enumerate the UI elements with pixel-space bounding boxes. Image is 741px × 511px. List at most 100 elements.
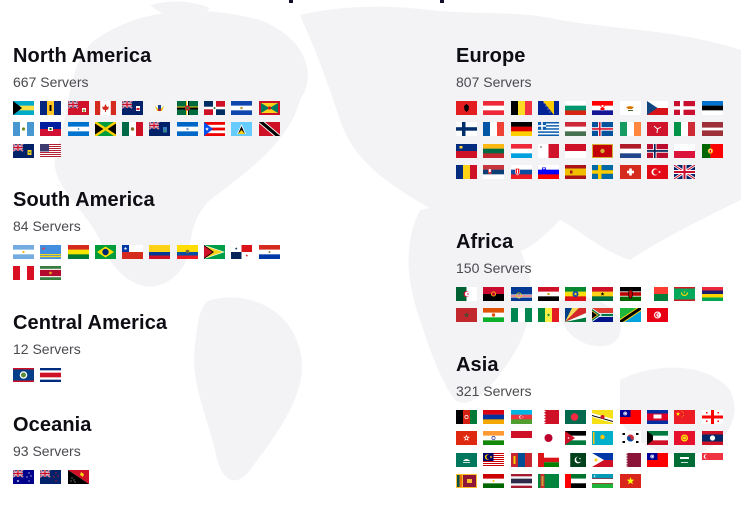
flag-cv-icon[interactable] xyxy=(510,287,532,301)
flag-ni-icon[interactable] xyxy=(176,122,198,137)
flag-tj-icon[interactable] xyxy=(483,473,505,488)
flag-ae-icon[interactable] xyxy=(565,473,587,488)
flag-ph-icon[interactable] xyxy=(592,452,614,467)
flag-fi-icon[interactable] xyxy=(456,122,477,137)
flag-dk-icon[interactable] xyxy=(674,101,696,115)
flag-li-icon[interactable] xyxy=(456,143,477,158)
flag-bm-icon[interactable] xyxy=(67,101,89,115)
flag-do-icon[interactable] xyxy=(204,101,226,115)
flag-pl-icon[interactable] xyxy=(674,143,696,158)
flag-tr-icon[interactable] xyxy=(647,164,669,179)
flag-co-icon[interactable] xyxy=(149,245,171,259)
flag-pg-icon[interactable] xyxy=(67,470,89,484)
flag-tt-icon[interactable] xyxy=(258,122,280,137)
flag-ie-icon[interactable] xyxy=(619,122,641,137)
flag-tc-icon[interactable] xyxy=(13,143,34,158)
flag-tw-icon[interactable] xyxy=(647,452,669,467)
flag-sn-icon[interactable] xyxy=(537,308,559,323)
flag-dz-icon[interactable] xyxy=(456,287,477,301)
flag-at-icon[interactable] xyxy=(483,101,505,115)
flag-tw-icon[interactable] xyxy=(619,410,641,424)
flag-bs-icon[interactable] xyxy=(13,101,34,115)
flag-mo-icon[interactable] xyxy=(456,452,477,467)
flag-dm-icon[interactable] xyxy=(176,101,198,115)
flag-hr-icon[interactable] xyxy=(592,101,614,115)
flag-br-icon[interactable] xyxy=(94,245,116,259)
flag-vi-icon[interactable] xyxy=(149,101,171,115)
flag-im-icon[interactable] xyxy=(647,122,669,137)
flag-gt-icon[interactable] xyxy=(13,122,34,137)
flag-sa-icon[interactable] xyxy=(674,452,696,467)
flag-ke-icon[interactable] xyxy=(619,287,641,301)
flag-cl-icon[interactable] xyxy=(122,245,144,259)
flag-gh-icon[interactable] xyxy=(592,287,614,301)
flag-ca-icon[interactable] xyxy=(94,101,116,115)
flag-ne-icon[interactable] xyxy=(483,308,505,323)
flag-gb-icon[interactable] xyxy=(674,164,696,179)
flag-kr-icon[interactable] xyxy=(619,431,641,446)
flag-ch-icon[interactable] xyxy=(619,164,641,179)
flag-lv-icon[interactable] xyxy=(701,122,723,137)
flag-fr-icon[interactable] xyxy=(483,122,505,137)
flag-nl-icon[interactable] xyxy=(619,143,641,158)
flag-me-icon[interactable] xyxy=(592,143,614,158)
flag-us-icon[interactable] xyxy=(40,143,62,158)
flag-se-icon[interactable] xyxy=(592,164,614,179)
flag-bb-icon[interactable] xyxy=(40,101,62,115)
flag-sg-icon[interactable] xyxy=(701,452,723,467)
flag-bg-icon[interactable] xyxy=(565,101,587,115)
flag-nz-icon[interactable] xyxy=(40,470,62,484)
flag-in-icon[interactable] xyxy=(483,431,505,446)
flag-pr-icon[interactable] xyxy=(204,122,226,137)
flag-la-icon[interactable] xyxy=(701,431,723,446)
flag-cr-icon[interactable] xyxy=(40,368,62,382)
flag-ht-icon[interactable] xyxy=(40,122,62,137)
flag-am-icon[interactable] xyxy=(483,410,505,424)
flag-es-icon[interactable] xyxy=(565,164,587,179)
flag-ro-icon[interactable] xyxy=(456,164,477,179)
flag-lt-icon[interactable] xyxy=(483,143,505,158)
flag-et-icon[interactable] xyxy=(565,287,587,301)
flag-gy-icon[interactable] xyxy=(204,245,226,259)
flag-uz-icon[interactable] xyxy=(592,473,614,488)
flag-tm-icon[interactable] xyxy=(537,473,559,488)
flag-gr-icon[interactable] xyxy=(537,122,559,137)
flag-hn-icon[interactable] xyxy=(67,122,89,137)
flag-jp-icon[interactable] xyxy=(537,431,559,446)
flag-au-icon[interactable] xyxy=(13,470,34,484)
flag-al-icon[interactable] xyxy=(456,101,477,115)
flag-cz-icon[interactable] xyxy=(647,101,669,115)
flag-sk-icon[interactable] xyxy=(510,164,532,179)
flag-mu-icon[interactable] xyxy=(701,287,723,301)
flag-ba-icon[interactable] xyxy=(537,101,559,115)
flag-aw-icon[interactable] xyxy=(40,245,62,259)
flag-de-icon[interactable] xyxy=(510,122,532,137)
flag-qa-icon[interactable] xyxy=(619,452,641,467)
flag-sc-icon[interactable] xyxy=(565,308,587,323)
flag-bo-icon[interactable] xyxy=(67,245,89,259)
flag-jo-icon[interactable] xyxy=(565,431,587,446)
flag-za-icon[interactable] xyxy=(592,308,614,323)
flag-ma-icon[interactable] xyxy=(456,308,477,323)
flag-pk-icon[interactable] xyxy=(565,452,587,467)
flag-kh-icon[interactable] xyxy=(647,410,669,424)
flag-sr-icon[interactable] xyxy=(40,266,62,281)
flag-vn-icon[interactable] xyxy=(619,473,641,488)
flag-mg-icon[interactable] xyxy=(647,287,669,301)
flag-tz-icon[interactable] xyxy=(619,308,641,323)
flag-ms-icon[interactable] xyxy=(149,122,171,137)
flag-pe-icon[interactable] xyxy=(13,266,34,281)
flag-sv-icon[interactable] xyxy=(231,101,253,115)
flag-mc-icon[interactable] xyxy=(565,143,587,158)
flag-no-icon[interactable] xyxy=(647,143,669,158)
flag-kz-icon[interactable] xyxy=(592,431,614,446)
flag-it-icon[interactable] xyxy=(674,122,696,137)
flag-kg-icon[interactable] xyxy=(674,431,696,446)
flag-ky-icon[interactable] xyxy=(122,101,144,115)
flag-bd-icon[interactable] xyxy=(565,410,587,424)
flag-bh-icon[interactable] xyxy=(537,410,559,424)
flag-pa-icon[interactable] xyxy=(231,245,253,259)
flag-jm-icon[interactable] xyxy=(94,122,116,137)
flag-be-icon[interactable] xyxy=(510,101,532,115)
flag-ao-icon[interactable] xyxy=(483,287,505,301)
